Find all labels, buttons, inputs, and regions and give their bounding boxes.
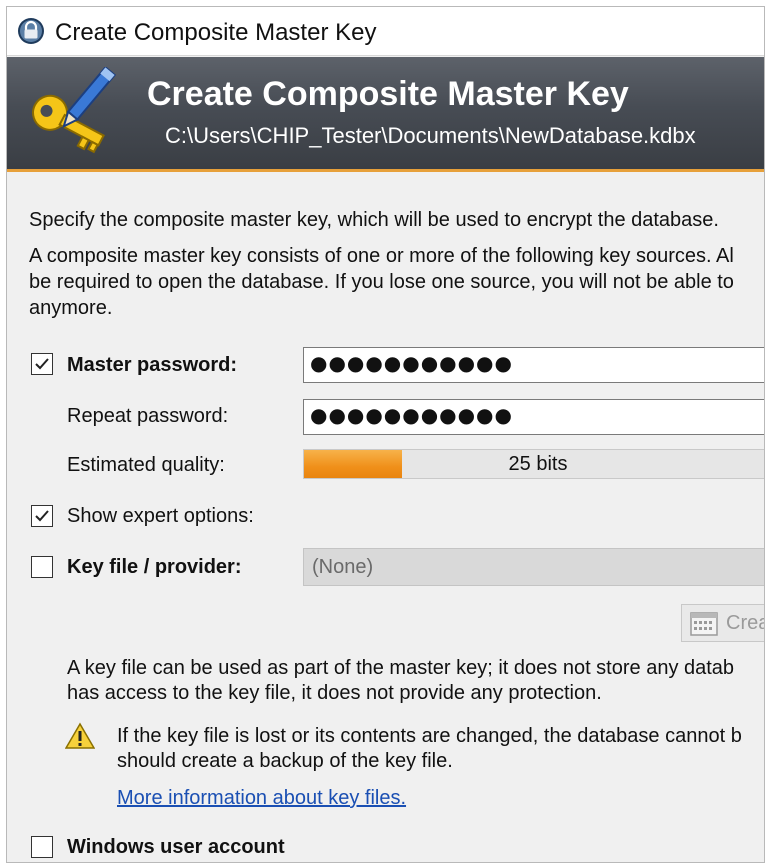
dialog-content: Specify the composite master key, which … bbox=[7, 172, 764, 862]
create-key-file-button[interactable]: Crea bbox=[681, 604, 764, 642]
windows-user-account-label: Windows user account bbox=[67, 836, 285, 858]
dialog-window: Create Composite Master Key Create Compo… bbox=[6, 6, 765, 863]
key-pen-icon bbox=[21, 65, 121, 159]
quality-label: Estimated quality: bbox=[67, 454, 225, 476]
show-expert-options-label: Show expert options: bbox=[67, 505, 254, 527]
master-password-input[interactable]: ●●●●●●●●●●● bbox=[303, 347, 764, 383]
master-password-value: ●●●●●●●●●●● bbox=[310, 351, 513, 375]
create-key-file-label: Crea bbox=[726, 612, 764, 634]
window-title: Create Composite Master Key bbox=[55, 19, 377, 46]
key-file-info-2: has access to the key file, it does not … bbox=[67, 682, 602, 704]
repeat-password-label: Repeat password: bbox=[67, 405, 229, 427]
repeat-password-input[interactable]: ●●●●●●●●●●● bbox=[303, 399, 764, 435]
quality-value: 25 bits bbox=[508, 453, 568, 475]
key-file-info-1: A key file can be used as part of the ma… bbox=[67, 657, 735, 679]
header-banner: Create Composite Master Key C:\Users\CHI… bbox=[7, 57, 764, 172]
key-file-checkbox[interactable] bbox=[31, 556, 53, 578]
banner-title: Create Composite Master Key bbox=[147, 75, 629, 113]
show-expert-options-checkbox[interactable] bbox=[31, 505, 53, 527]
master-password-checkbox[interactable] bbox=[31, 353, 53, 375]
key-file-warning-1: If the key file is lost or its contents … bbox=[117, 725, 742, 747]
intro-text-2: A composite master key consists of one o… bbox=[29, 245, 734, 267]
lock-icon bbox=[17, 17, 45, 45]
quality-bar: 25 bits bbox=[303, 449, 764, 479]
master-password-label: Master password: bbox=[67, 354, 238, 376]
key-file-selected: (None) bbox=[312, 556, 374, 578]
database-path: C:\Users\CHIP_Tester\Documents\NewDataba… bbox=[165, 123, 696, 148]
key-file-warning-2: should create a backup of the key file. bbox=[117, 750, 453, 772]
keyfile-create-icon bbox=[690, 612, 718, 641]
intro-text-3: be required to open the database. If you… bbox=[29, 271, 734, 293]
key-file-help-link[interactable]: More information about key files. bbox=[117, 786, 406, 811]
intro-text-4: anymore. bbox=[29, 297, 113, 319]
key-file-select[interactable]: (None) bbox=[303, 548, 764, 586]
intro-text-1: Specify the composite master key, which … bbox=[29, 209, 719, 231]
repeat-password-value: ●●●●●●●●●●● bbox=[310, 403, 513, 427]
title-bar: Create Composite Master Key bbox=[7, 7, 764, 56]
key-file-label: Key file / provider: bbox=[67, 556, 242, 578]
windows-user-account-checkbox[interactable] bbox=[31, 836, 53, 858]
warning-icon bbox=[64, 722, 96, 755]
